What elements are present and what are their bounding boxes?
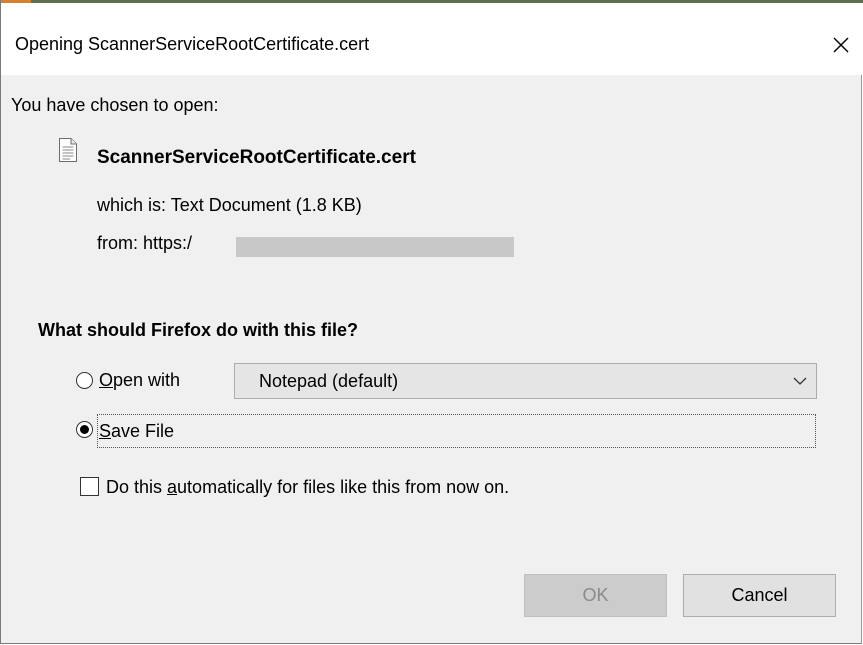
- auto-action-label[interactable]: Do this automatically for files like thi…: [106, 477, 509, 498]
- title-bar[interactable]: Opening ScannerServiceRootCertificate.ce…: [1, 3, 862, 75]
- file-source-row: from: https:/: [97, 233, 192, 254]
- application-select-value: Notepad (default): [259, 371, 399, 391]
- close-icon: [833, 37, 849, 53]
- file-source-value: https:/: [143, 233, 193, 253]
- text-document-icon: [59, 138, 77, 162]
- save-file-radio[interactable]: [76, 421, 93, 438]
- action-question: What should Firefox do with this file?: [38, 320, 358, 340]
- download-dialog: Opening ScannerServiceRootCertificate.ce…: [0, 0, 863, 644]
- file-type-value: Text Document (1.8 KB): [170, 195, 362, 215]
- application-select[interactable]: Notepad (default): [234, 363, 817, 399]
- file-type-row: which is: Text Document (1.8 KB): [97, 195, 362, 216]
- save-file-focus-rect[interactable]: [97, 414, 816, 448]
- file-type-label: which is:: [97, 195, 167, 215]
- open-with-label[interactable]: Open with: [99, 370, 180, 391]
- file-name: ScannerServiceRootCertificate.cert: [97, 147, 416, 168]
- open-with-radio[interactable]: [76, 372, 93, 389]
- cancel-button[interactable]: Cancel: [683, 574, 836, 617]
- dialog-title: Opening ScannerServiceRootCertificate.ce…: [15, 34, 370, 54]
- close-button[interactable]: [820, 25, 862, 65]
- ok-button[interactable]: OK: [524, 574, 667, 617]
- save-file-label[interactable]: Save File: [99, 421, 174, 442]
- chevron-down-icon: [793, 377, 807, 385]
- redacted-url-block: [236, 237, 514, 257]
- file-source-label: from:: [97, 233, 139, 253]
- intro-text: You have chosen to open:: [11, 95, 219, 115]
- auto-action-checkbox[interactable]: [80, 477, 99, 496]
